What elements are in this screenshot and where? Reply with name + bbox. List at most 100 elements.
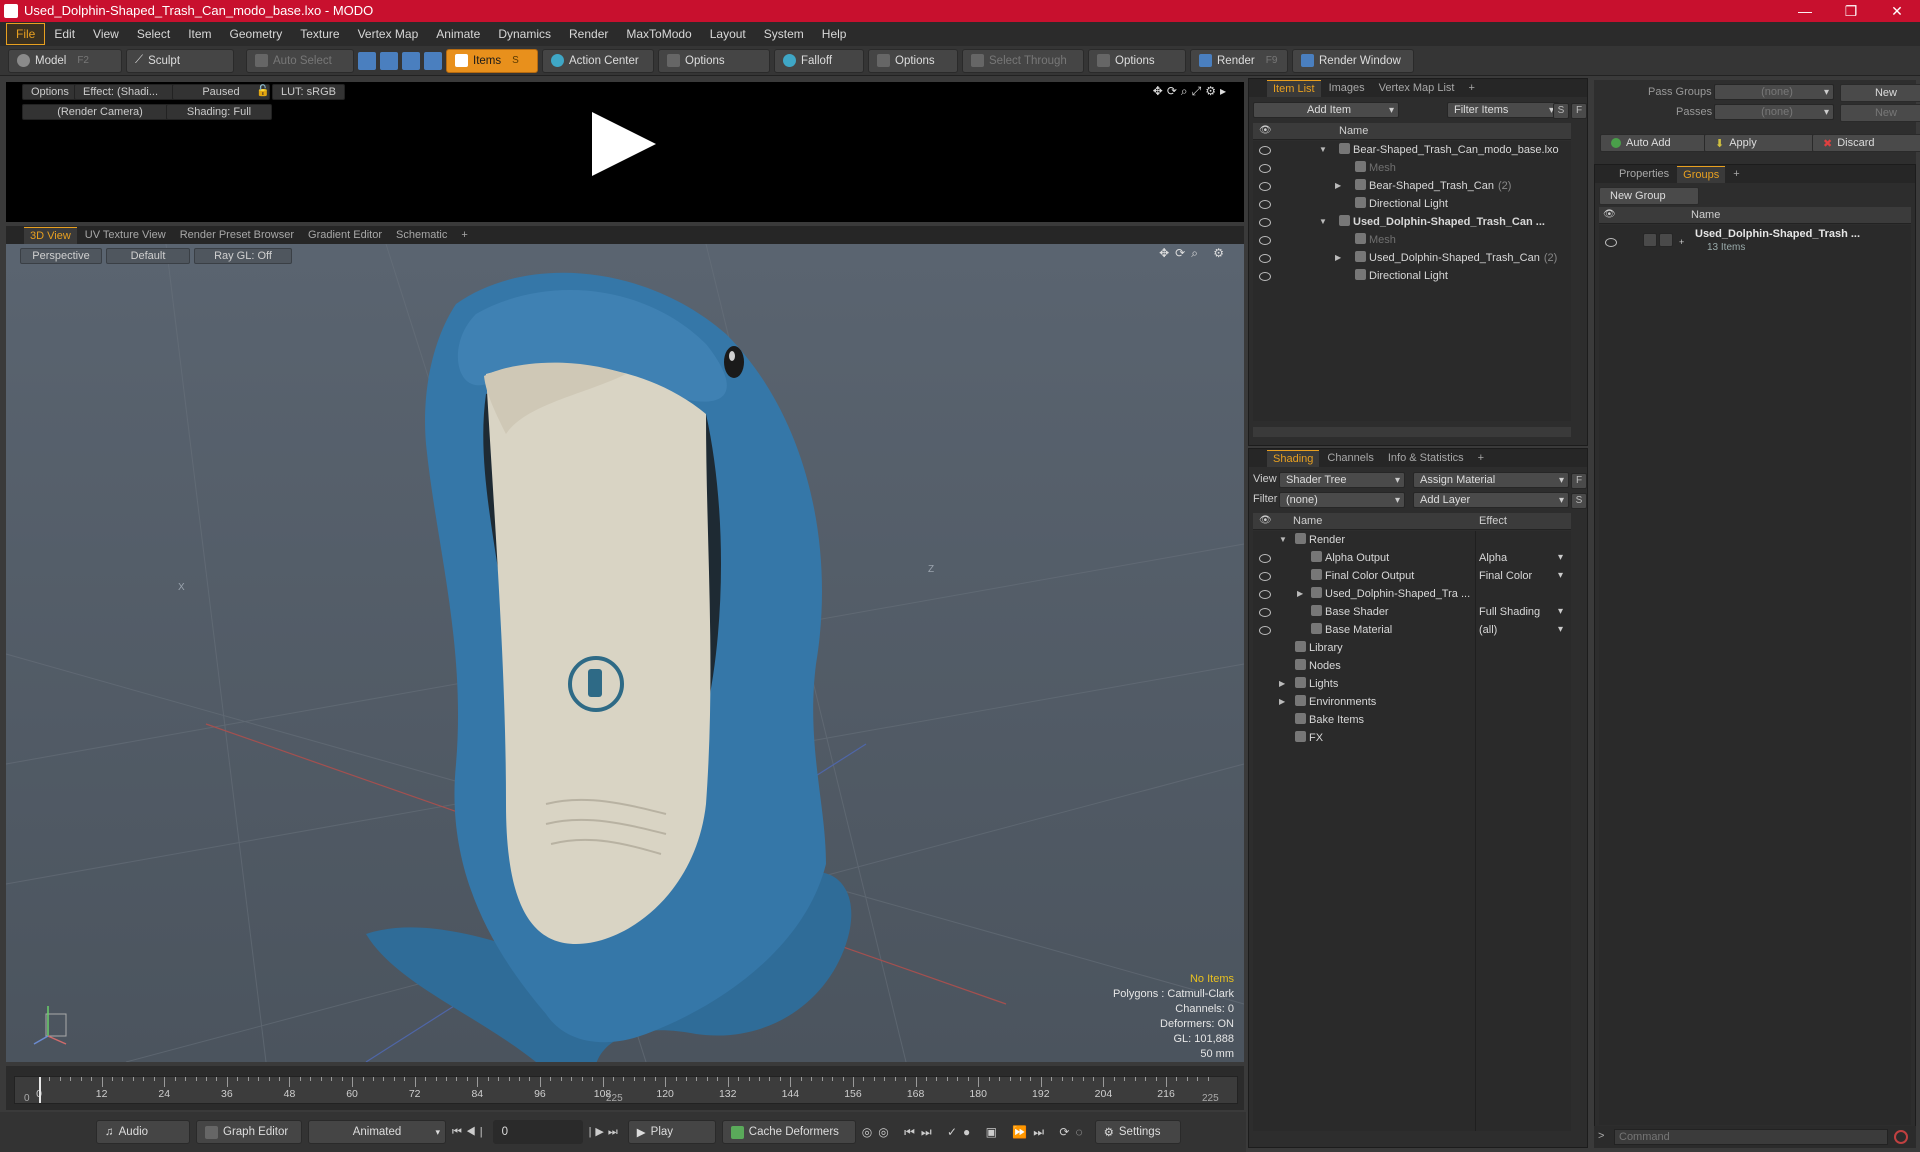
item-row[interactable]: Directional Light — [1253, 267, 1571, 285]
expand-arrow-icon[interactable]: ▶ — [1279, 675, 1285, 693]
auto-add-button[interactable]: Auto Add — [1600, 134, 1720, 152]
shader-row[interactable]: Bake Items — [1253, 711, 1571, 729]
menu-layout[interactable]: Layout — [701, 24, 755, 44]
items-mode-button[interactable]: Items S — [446, 48, 538, 73]
eye-icon[interactable] — [1605, 238, 1617, 247]
render-preview[interactable]: Options Effect: (Shadi... Paused 🔓 LUT: … — [6, 82, 1244, 222]
eye-icon[interactable] — [1259, 182, 1271, 191]
menu-item[interactable]: Item — [179, 24, 220, 44]
shader-row[interactable]: Base Material (all) — [1253, 621, 1571, 639]
play-icon[interactable] — [592, 112, 656, 176]
item-row[interactable]: ▼ Used_Dolphin-Shaped_Trash_Can ... — [1253, 213, 1571, 231]
action-center-options-button[interactable]: Options — [658, 48, 770, 73]
render-window-button[interactable]: Render Window — [1292, 48, 1414, 73]
model-mode-button[interactable]: Model F2 — [8, 48, 122, 73]
shader-row[interactable]: Nodes — [1253, 657, 1571, 675]
menu-help[interactable]: Help — [813, 24, 856, 44]
eye-icon[interactable] — [1259, 254, 1271, 263]
shader-row[interactable]: ▶ Lights — [1253, 675, 1571, 693]
item-list-scrollbar[interactable] — [1253, 427, 1571, 437]
tab-render-preset-browser[interactable]: Render Preset Browser — [174, 227, 300, 243]
search-toggle[interactable]: S — [1553, 103, 1569, 119]
select-through-button[interactable]: Select Through — [962, 48, 1084, 73]
menu-view[interactable]: View — [84, 24, 128, 44]
preview-nav-icons[interactable]: ✥⟳⌕⤢⚙▸ — [1153, 84, 1230, 99]
collapse-arrow-icon[interactable]: ▼ — [1319, 213, 1327, 231]
command-input[interactable] — [1614, 1129, 1888, 1145]
maximize-button[interactable]: ❐ — [1828, 0, 1874, 22]
eye-icon[interactable] — [1259, 590, 1271, 599]
preview-effect-dropdown[interactable]: Effect: (Shadi... — [74, 84, 184, 100]
eye-icon[interactable] — [1259, 236, 1271, 245]
effect-dropdown[interactable]: (all) — [1479, 621, 1567, 639]
action-center-button[interactable]: Action Center — [542, 48, 654, 73]
filter-dropdown[interactable]: (none) — [1279, 492, 1405, 508]
item-row[interactable]: ▶ Used_Dolphin-Shaped_Trash_Can (2) — [1253, 249, 1571, 267]
collapse-arrow-icon[interactable]: ▼ — [1319, 141, 1327, 159]
shader-row[interactable]: ▶ Used_Dolphin-Shaped_Tra ... — [1253, 585, 1571, 603]
add-item-dropdown[interactable]: Add Item — [1253, 102, 1399, 118]
tab-shading[interactable]: Shading — [1267, 449, 1320, 467]
add-tab-button[interactable]: + — [1472, 450, 1490, 466]
shading-f-toggle[interactable]: F — [1571, 473, 1587, 489]
item-row[interactable]: Mesh — [1253, 159, 1571, 177]
materials-mode-icon[interactable] — [424, 51, 442, 70]
eye-icon[interactable] — [1259, 608, 1271, 617]
apply-button[interactable]: ⬇ Apply — [1704, 134, 1828, 152]
shader-row[interactable]: ▼ Render — [1253, 531, 1571, 549]
add-tab-button[interactable]: + — [1727, 166, 1745, 182]
tab-uv-texture-view[interactable]: UV Texture View — [79, 227, 172, 243]
add-tab-button[interactable]: + — [455, 227, 473, 243]
pass-groups-dropdown[interactable]: (none) — [1714, 84, 1834, 100]
shader-row[interactable]: ▶ Environments — [1253, 693, 1571, 711]
tab-images[interactable]: Images — [1323, 80, 1371, 96]
animated-dropdown[interactable]: Animated ▾ — [308, 1120, 446, 1144]
tab-properties[interactable]: Properties — [1613, 166, 1675, 182]
shader-row[interactable]: Library — [1253, 639, 1571, 657]
menu-texture[interactable]: Texture — [291, 24, 348, 44]
menu-dynamics[interactable]: Dynamics — [489, 24, 560, 44]
menu-render[interactable]: Render — [560, 24, 617, 44]
edges-mode-icon[interactable] — [380, 51, 398, 70]
assign-material-button[interactable]: Assign Material — [1413, 472, 1569, 488]
eye-icon[interactable] — [1259, 572, 1271, 581]
preview-lut-dropdown[interactable]: LUT: sRGB — [272, 84, 346, 100]
sculpt-mode-button[interactable]: ⟋ Sculpt — [126, 48, 234, 73]
discard-button[interactable]: ✖ Discard — [1812, 134, 1920, 152]
ray-gl-toggle[interactable]: Ray GL: Off — [194, 248, 292, 264]
eye-icon[interactable] — [1259, 200, 1271, 209]
tab-gradient-editor[interactable]: Gradient Editor — [302, 227, 388, 243]
vertices-mode-icon[interactable] — [358, 51, 376, 70]
3d-viewport[interactable]: X Z Perspective Default Ray GL: Off ✥⟳⌕ … — [6, 244, 1244, 1062]
select-through-options-button[interactable]: Options — [1088, 48, 1186, 73]
preview-options-button[interactable]: Options — [22, 84, 78, 100]
timeline[interactable]: 0122436486072849610812013214415616818019… — [6, 1066, 1244, 1110]
playhead[interactable] — [39, 1077, 41, 1103]
auto-select-button[interactable]: Auto Select — [246, 48, 354, 73]
lock-toggle[interactable] — [1659, 233, 1673, 247]
menu-system[interactable]: System — [755, 24, 813, 44]
item-row[interactable]: Directional Light — [1253, 195, 1571, 213]
falloff-options-button[interactable]: Options — [868, 48, 958, 73]
item-row[interactable]: ▶ Bear-Shaped_Trash_Can (2) — [1253, 177, 1571, 195]
falloff-button[interactable]: Falloff — [774, 48, 864, 73]
add-tab-button[interactable]: + — [1462, 80, 1480, 96]
group-row[interactable]: + Used_Dolphin-Shaped_Trash ... 13 Items — [1599, 227, 1911, 257]
shader-row[interactable]: Alpha Output Alpha — [1253, 549, 1571, 567]
item-row[interactable]: ▼ Bear-Shaped_Trash_Can_modo_base.lxo — [1253, 141, 1571, 159]
eye-icon[interactable] — [1259, 626, 1271, 635]
shader-row[interactable]: Final Color Output Final Color — [1253, 567, 1571, 585]
preview-shading-dropdown[interactable]: Shading: Full — [166, 104, 272, 120]
polygons-mode-icon[interactable] — [402, 51, 420, 70]
settings-button[interactable]: ⚙ Settings — [1094, 1120, 1181, 1144]
eye-icon[interactable] — [1259, 218, 1271, 227]
expand-arrow-icon[interactable]: ▶ — [1335, 177, 1341, 195]
new-group-button[interactable]: New Group — [1599, 187, 1699, 205]
tab-item-list[interactable]: Item List — [1267, 79, 1321, 97]
close-button[interactable]: ✕ — [1874, 0, 1920, 22]
graph-editor-button[interactable]: Graph Editor — [196, 1120, 302, 1144]
new-pass-group-button[interactable]: New — [1840, 84, 1920, 102]
filter-toggle[interactable]: F — [1571, 103, 1587, 119]
tab-schematic[interactable]: Schematic — [390, 227, 453, 243]
expand-icon[interactable]: + — [1679, 233, 1684, 251]
